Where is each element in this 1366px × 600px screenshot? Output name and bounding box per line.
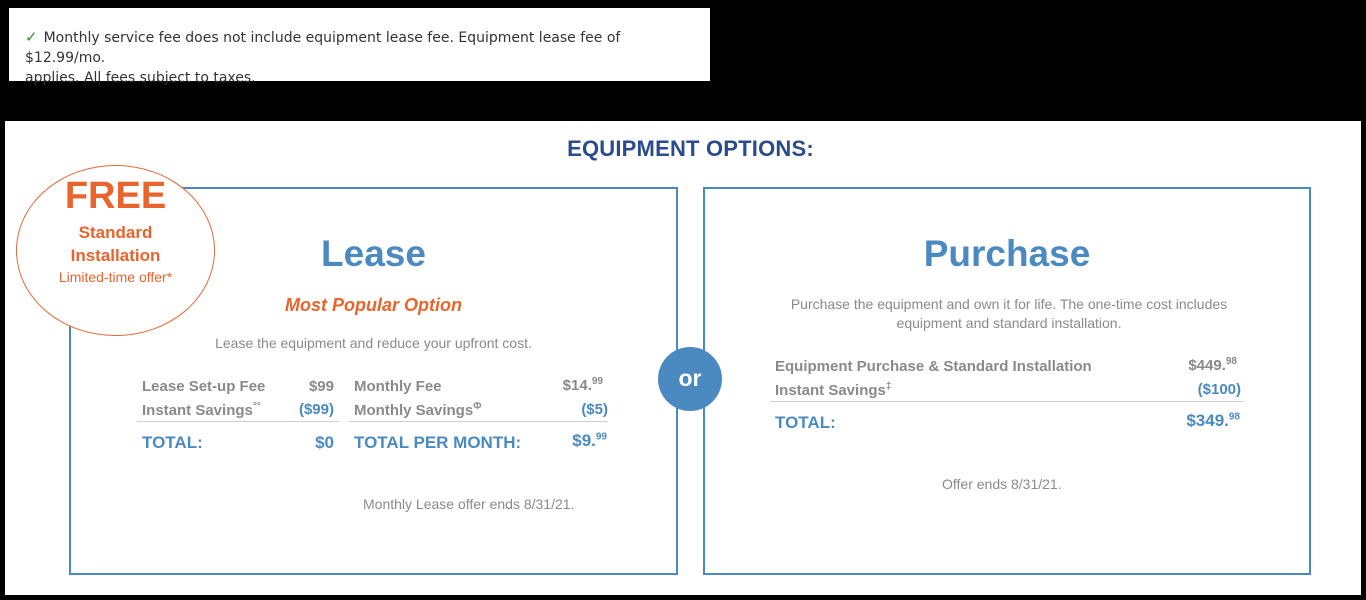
checkmark-icon: ✓ bbox=[25, 28, 38, 46]
total-per-month-label: TOTAL PER MONTH: bbox=[354, 433, 522, 452]
monthly-savings-footnote-mark: Φ bbox=[473, 401, 482, 412]
lease-offer-ends: Monthly Lease offer ends 8/31/21. bbox=[363, 496, 575, 512]
lease-total-value: $0 bbox=[315, 433, 334, 452]
monthly-savings-value: ($5) bbox=[581, 401, 608, 418]
monthly-savings-text: Monthly Savings bbox=[354, 402, 474, 419]
equipment-purchase-label: Equipment Purchase & Standard Installati… bbox=[775, 358, 1092, 375]
purchase-total-cents: 98 bbox=[1228, 411, 1240, 423]
monthly-savings-label: Monthly SavingsΦ bbox=[354, 401, 481, 419]
notice-text-1: Monthly service fee does not include equ… bbox=[25, 30, 621, 66]
total-per-month-dollars: $9. bbox=[572, 431, 596, 450]
purchase-total-dollars: $349. bbox=[1186, 411, 1229, 430]
monthly-fee-dollars: $14. bbox=[562, 377, 592, 394]
purchase-savings-label: Instant Savings‡ bbox=[775, 381, 891, 399]
notice-line-1: ✓ Monthly service fee does not include eq… bbox=[25, 27, 694, 68]
badge-limited-offer: Limited-time offer* bbox=[58, 269, 173, 285]
page-title: EQUIPMENT OPTIONS: bbox=[567, 136, 814, 161]
purchase-description: Purchase the equipment and own it for li… bbox=[790, 296, 1228, 331]
total-per-month-value: $9.99 bbox=[572, 431, 607, 451]
setup-fee-label: Lease Set-up Fee bbox=[142, 378, 266, 395]
lease-total-label: TOTAL: bbox=[142, 433, 203, 452]
badge-standard: Standard bbox=[78, 223, 153, 242]
free-installation-badge: FREE Standard Installation Limited-time … bbox=[16, 165, 215, 336]
instant-savings-footnote-mark: °° bbox=[252, 401, 261, 412]
equipment-purchase-dollars: $449. bbox=[1188, 357, 1226, 374]
purchase-title: Purchase bbox=[923, 233, 1091, 274]
purchase-savings-text: Instant Savings bbox=[775, 382, 886, 399]
purchase-total-value: $349.98 bbox=[1186, 411, 1240, 431]
purchase-card: Purchase Purchase the equipment and own … bbox=[703, 187, 1311, 575]
badge-installation: Installation bbox=[70, 246, 161, 265]
instant-savings-text: Instant Savings bbox=[142, 402, 253, 419]
purchase-offer-ends: Offer ends 8/31/21. bbox=[942, 476, 1062, 492]
monthly-fee-label: Monthly Fee bbox=[354, 378, 442, 395]
equipment-purchase-value: $449.98 bbox=[1188, 356, 1237, 374]
lease-left-divider bbox=[137, 421, 339, 422]
purchase-total-label: TOTAL: bbox=[775, 413, 836, 432]
instant-savings-label: Instant Savings°° bbox=[142, 401, 261, 419]
purchase-savings-footnote-mark: ‡ bbox=[885, 381, 892, 392]
lease-right-divider bbox=[349, 421, 608, 422]
monthly-fee-value: $14.99 bbox=[563, 376, 603, 394]
total-per-month-cents: 99 bbox=[595, 431, 607, 443]
purchase-savings-value: ($100) bbox=[1197, 381, 1241, 398]
badge-free: FREE bbox=[64, 175, 167, 217]
notice-text-2: applies. All fees subject to taxes. bbox=[25, 70, 256, 86]
instant-savings-value: ($99) bbox=[298, 401, 334, 418]
lease-description: Lease the equipment and reduce your upfr… bbox=[215, 335, 532, 351]
setup-fee-value: $99 bbox=[308, 378, 334, 395]
or-divider-badge: or bbox=[658, 347, 722, 411]
equipment-purchase-cents: 98 bbox=[1225, 356, 1237, 367]
purchase-divider bbox=[770, 401, 1244, 402]
fee-notice: ✓ Monthly service fee does not include eq… bbox=[9, 8, 710, 86]
monthly-fee-cents: 99 bbox=[591, 376, 603, 387]
